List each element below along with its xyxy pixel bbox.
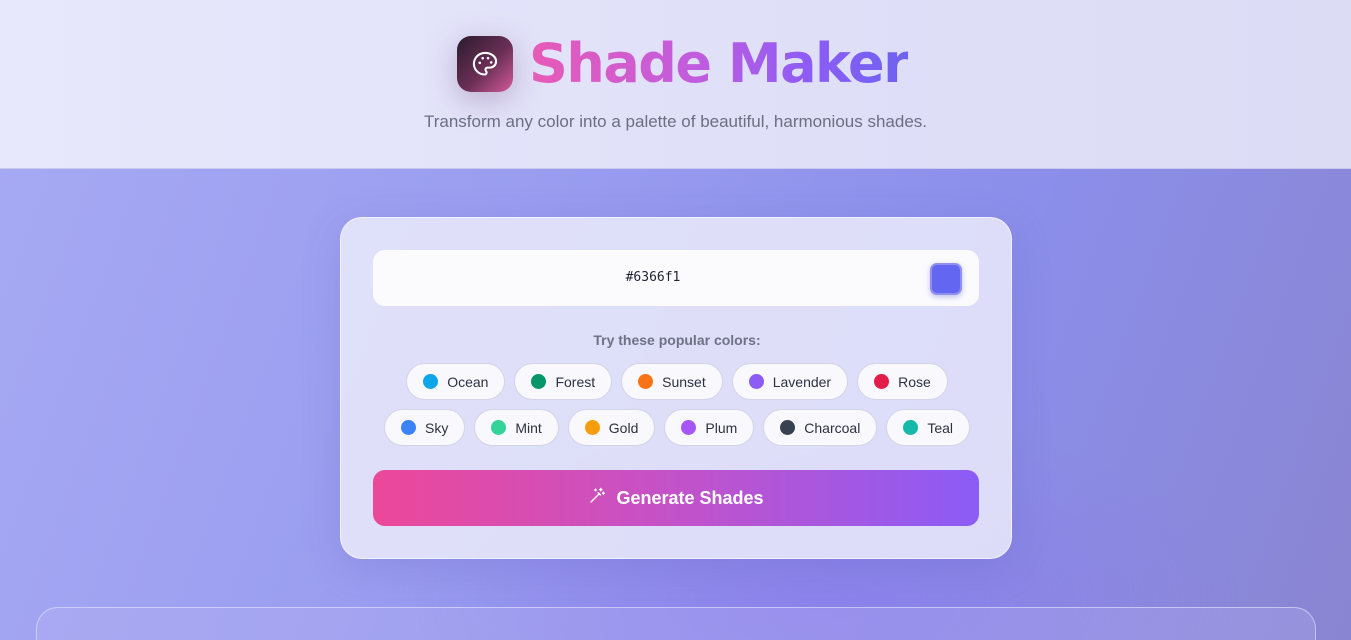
app-subtitle: Transform any color into a palette of be… <box>423 112 928 131</box>
app-header: Shade Maker Transform any color into a p… <box>0 0 1351 169</box>
palette-icon <box>457 36 513 92</box>
preset-chip-label: Ocean <box>447 373 489 390</box>
color-dot <box>748 374 764 389</box>
color-dot <box>491 420 507 435</box>
color-input-row <box>373 250 979 306</box>
generate-shades-button[interactable]: Generate Shades <box>373 470 979 526</box>
presets-label: Try these popular colors: <box>593 332 761 348</box>
generator-card: Try these popular colors: Ocean Forest Sun… <box>340 217 1012 559</box>
preset-chip-label: Rose <box>898 373 931 390</box>
preset-row-2: Sky Mint Gold Plum Charcoal Teal <box>341 409 1013 446</box>
preset-chip-lavender[interactable]: Lavender <box>731 363 849 400</box>
preset-chip-label: Forest <box>555 373 596 390</box>
preset-chip-mint[interactable]: Mint <box>474 409 559 446</box>
color-dot <box>401 420 416 435</box>
app-title: Shade Maker <box>529 32 910 95</box>
color-dot <box>681 420 697 435</box>
brand: Shade Maker <box>457 32 910 95</box>
color-dot <box>638 374 654 389</box>
preset-chip-label: Lavender <box>772 373 832 390</box>
color-dot <box>780 420 796 435</box>
preset-chip-teal[interactable]: Teal <box>886 409 970 446</box>
magic-wand-icon <box>588 487 606 510</box>
preset-chip-label: Sky <box>425 419 449 436</box>
preset-chip-plum[interactable]: Plum <box>664 409 755 446</box>
preset-chip-label: Sunset <box>662 373 706 390</box>
hex-input[interactable] <box>373 250 933 306</box>
generate-button-label: Generate Shades <box>616 487 764 508</box>
color-dot <box>903 420 919 435</box>
preset-chip-gold[interactable]: Gold <box>567 409 656 446</box>
preset-chip-label: Mint <box>515 419 542 436</box>
preset-chip-label: Teal <box>927 419 953 436</box>
color-dot <box>874 374 890 389</box>
color-dot <box>423 374 439 389</box>
preset-chip-label: Plum <box>705 419 738 436</box>
preset-chip-sunset[interactable]: Sunset <box>621 363 723 400</box>
preset-chip-charcoal[interactable]: Charcoal <box>763 409 878 446</box>
preset-chip-rose[interactable]: Rose <box>857 363 948 400</box>
preset-chip-forest[interactable]: Forest <box>514 363 613 400</box>
preset-chip-sky[interactable]: Sky <box>384 409 466 446</box>
color-picker-swatch[interactable] <box>930 263 962 295</box>
preset-chip-label: Charcoal <box>804 419 861 436</box>
preset-row-1: Ocean Forest Sunset Lavender Rose <box>341 363 1013 400</box>
color-dot <box>584 420 600 435</box>
color-dot <box>531 374 547 389</box>
preset-chip-label: Gold <box>608 419 639 436</box>
results-panel <box>36 607 1316 640</box>
preset-chip-ocean[interactable]: Ocean <box>406 363 506 400</box>
